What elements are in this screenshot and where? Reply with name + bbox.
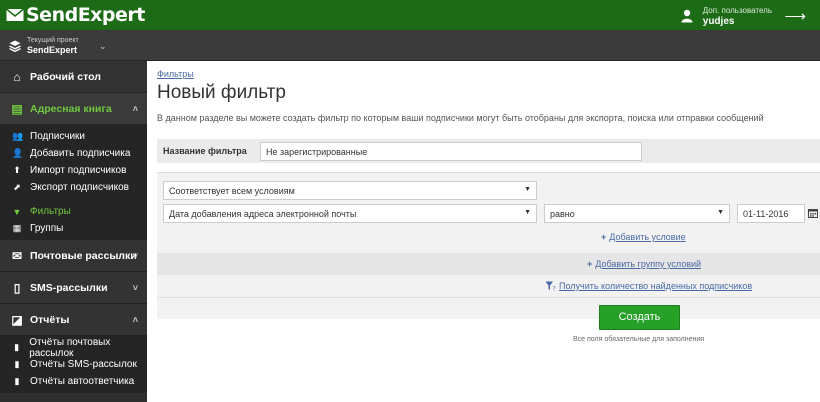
sidebar-item-export[interactable]: ⬈ Экспорт подписчиков <box>0 179 147 196</box>
condition-field-select[interactable]: Дата добавления адреса электронной почты… <box>163 204 537 223</box>
add-condition-link[interactable]: + Добавить условие <box>601 232 686 242</box>
condition-operator-select[interactable]: равно ▼ <box>544 204 730 223</box>
logo-text: SendExpert <box>26 4 145 26</box>
project-bar: Текущий проект SendExpert ⌄ <box>0 30 820 61</box>
caret-down-icon: ▼ <box>524 209 531 216</box>
sidebar-item-subscribers[interactable]: 👥 Подписчики <box>0 128 147 145</box>
sidebar-item-label: SMS-рассылки <box>30 281 108 294</box>
user-caption: Доп. пользователь <box>702 6 772 15</box>
book-icon: ▤ <box>11 101 23 116</box>
chevron-up-icon: ˄ <box>132 104 138 114</box>
filter-name-input[interactable]: Не зарегистрированные <box>260 142 642 161</box>
reports-submenu: ▮ Отчёты почтовых рассылок ▮ Отчёты SMS-… <box>0 336 147 393</box>
project-switcher[interactable]: Текущий проект SendExpert ⌄ <box>0 30 118 61</box>
sidebar-item-label: Добавить подписчика <box>30 148 131 159</box>
chevron-down-icon: ⌄ <box>99 41 107 51</box>
page-title: Новый фильтр <box>157 82 286 103</box>
chart-icon: ◪ <box>11 312 23 327</box>
logo[interactable]: SendExpert <box>6 4 145 26</box>
phone-icon: ▯ <box>13 280 21 295</box>
caret-down-icon: ▼ <box>717 209 724 216</box>
home-icon: ⌂ <box>13 69 21 84</box>
chevron-down-icon: ˅ <box>132 283 138 293</box>
sidebar-item-label: Почтовые рассылки <box>30 249 137 262</box>
create-button[interactable]: Создать <box>599 305 680 330</box>
chevron-down-icon: ˅ <box>132 251 138 261</box>
plus-icon: + <box>587 259 593 269</box>
sidebar: ⌂ Рабочий стол ▤ Адресная книга ˄ 👥 Подп… <box>0 61 147 402</box>
match-mode-select[interactable]: Соответствует всем условиям ▼ <box>163 181 537 200</box>
sidebar-item-mailings[interactable]: ✉ Почтовые рассылки ˅ <box>0 240 147 272</box>
logout-arrow-icon[interactable]: ⟶ <box>784 7 806 25</box>
page-description: В данном разделе вы можете создать фильт… <box>157 113 764 123</box>
top-bar: SendExpert Доп. пользователь yudjes ⟶ <box>0 0 820 30</box>
svg-text:?: ? <box>553 286 556 292</box>
add-condition-label: Добавить условие <box>609 232 686 242</box>
required-fields-hint: Все поля обязательные для заполнения <box>573 336 705 343</box>
bar-chart-icon: ▮ <box>14 376 20 386</box>
sidebar-item-label: Экспорт подписчиков <box>30 182 129 193</box>
sidebar-item-sms[interactable]: ▯ SMS-рассылки ˅ <box>0 272 147 304</box>
add-user-icon: 👤 <box>12 148 24 158</box>
sidebar-item-autoresponder-reports[interactable]: ▮ Отчёты автоответчика <box>0 373 147 390</box>
filter-name-label: Название фильтра <box>163 146 247 156</box>
sidebar-item-filters[interactable]: ▼ Фильтры <box>0 203 147 220</box>
bar-chart-icon: ▮ <box>14 359 20 369</box>
sidebar-item-import[interactable]: ⬆ Импорт подписчиков <box>0 162 147 179</box>
users-icon: 👥 <box>12 131 24 141</box>
sidebar-item-add-subscriber[interactable]: 👤 Добавить подписчика <box>0 145 147 162</box>
envelope-icon: ✉ <box>11 248 23 263</box>
addressbook-submenu: 👥 Подписчики 👤 Добавить подписчика ⬆ Имп… <box>0 125 147 240</box>
caret-down-icon: ▼ <box>524 186 531 193</box>
sidebar-item-dashboard[interactable]: ⌂ Рабочий стол <box>0 61 147 93</box>
sidebar-item-label: Отчёты <box>30 313 70 326</box>
envelope-logo-icon <box>6 8 24 21</box>
filter-name-row: Название фильтра Не зарегистрированные <box>157 139 820 163</box>
condition-date-input[interactable]: 01-11-2016 <box>737 204 805 223</box>
condition-operator-value: равно <box>550 209 575 219</box>
user-name: yudjes <box>702 16 735 27</box>
layers-icon <box>9 40 21 52</box>
sidebar-item-reports[interactable]: ◪ Отчёты ˄ <box>0 304 147 336</box>
count-subscribers-link[interactable]: ? Получить количество найденных подписчи… <box>545 281 752 291</box>
user-icon <box>681 9 693 23</box>
sidebar-item-label: Фильтры <box>30 206 71 217</box>
sidebar-item-label: Группы <box>30 223 64 234</box>
add-group-link[interactable]: + Добавить группу условий <box>587 259 701 269</box>
sidebar-item-label: Отчёты автоответчика <box>30 376 135 387</box>
sidebar-item-label: Подписчики <box>30 131 86 142</box>
chevron-up-icon: ˄ <box>132 315 138 325</box>
sidebar-item-label: Рабочий стол <box>30 70 101 83</box>
bar-chart-icon: ▮ <box>14 342 20 352</box>
sidebar-item-label: Отчёты почтовых рассылок <box>29 336 111 359</box>
user-menu[interactable]: Доп. пользователь yudjes <box>681 5 772 27</box>
sidebar-item-label: Отчёты SMS-рассылок <box>30 359 137 370</box>
filter-icon: ▼ <box>12 206 22 217</box>
import-icon: ⬆ <box>13 165 21 175</box>
count-link-label: Получить количество найденных подписчико… <box>559 281 753 291</box>
sidebar-item-addressbook[interactable]: ▤ Адресная книга ˄ <box>0 93 147 125</box>
divider <box>157 297 820 298</box>
groups-icon: ▦ <box>12 223 22 233</box>
add-group-label: Добавить группу условий <box>595 259 702 269</box>
add-group-band <box>157 253 820 275</box>
project-name: SendExpert <box>27 45 78 55</box>
sidebar-item-label: Адресная книга <box>30 102 112 115</box>
plus-icon: + <box>601 232 607 242</box>
main-content: Фильтры Новый фильтр В данном разделе вы… <box>157 68 820 343</box>
project-caption: Текущий проект <box>27 37 79 44</box>
sidebar-item-sms-reports[interactable]: ▮ Отчёты SMS-рассылок <box>0 356 147 373</box>
export-icon: ⬈ <box>13 182 21 192</box>
sidebar-item-label: Импорт подписчиков <box>30 165 127 176</box>
condition-field-value: Дата добавления адреса электронной почты <box>169 209 357 219</box>
sidebar-item-groups[interactable]: ▦ Группы <box>0 220 147 237</box>
filter-question-icon: ? <box>545 281 556 291</box>
calendar-icon[interactable] <box>808 208 818 218</box>
breadcrumb[interactable]: Фильтры <box>157 69 194 79</box>
sidebar-item-mail-reports[interactable]: ▮ Отчёты почтовых рассылок <box>0 336 147 359</box>
match-mode-value: Соответствует всем условиям <box>169 186 295 196</box>
